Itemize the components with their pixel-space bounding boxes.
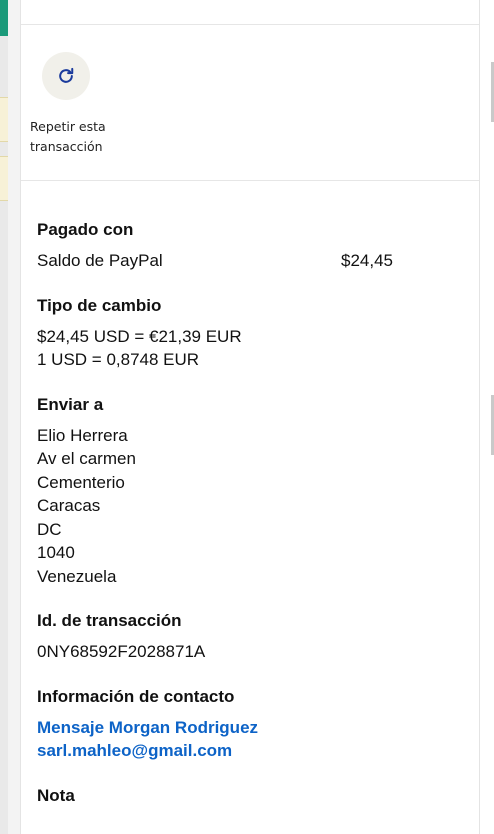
contact-info-section: Información de contacto Mensaje Morgan R… <box>37 686 479 763</box>
note-heading: Nota <box>37 785 75 805</box>
ship-to-city: Caracas <box>37 496 101 515</box>
background-highlight-row <box>0 156 8 201</box>
ship-to-area: Cementerio <box>37 472 125 492</box>
transaction-id-section: Id. de transacción 0NY68592F2028871A <box>37 610 479 664</box>
details-content: Pagado con Saldo de PayPal $24,45 Tipo d… <box>21 181 479 807</box>
ship-to-country: Venezuela <box>37 566 117 586</box>
ship-to-heading: Enviar a <box>37 394 104 414</box>
ship-to-name: Elio Herrera <box>37 425 128 445</box>
background-highlight-row <box>0 97 8 142</box>
contact-email-link[interactable]: sarl.mahleo@gmail.com <box>37 739 479 763</box>
background-green-bar <box>0 0 8 36</box>
exchange-rate-section: Tipo de cambio $24,45 USD = €21,39 EUR 1… <box>37 295 479 372</box>
message-contact-link[interactable]: Mensaje Morgan Rodriguez <box>37 716 479 740</box>
refresh-icon <box>59 67 74 83</box>
ship-to-street: Av el carmen <box>37 449 136 468</box>
ship-to-section: Enviar a Elio Herrera Av el carmen Cemen… <box>37 394 479 589</box>
transaction-id-value: 0NY68592F2028871A <box>37 642 206 661</box>
panel-top-section <box>21 0 479 25</box>
exchange-conversion: $24,45 USD = €21,39 EUR <box>37 326 242 346</box>
actions-section: Repetir esta transacción <box>21 25 479 181</box>
exchange-rate: 1 USD = 0,8748 EUR <box>37 350 200 369</box>
repeat-transaction-button[interactable] <box>42 52 90 100</box>
contact-info-heading: Información de contacto <box>37 686 235 706</box>
transaction-id-heading: Id. de transacción <box>37 611 182 630</box>
paid-with-section: Pagado con Saldo de PayPal $24,45 <box>37 219 479 273</box>
paid-with-heading: Pagado con <box>37 220 134 239</box>
ship-to-postal-code: 1040 <box>37 543 75 562</box>
repeat-transaction-label: Repetir esta transacción <box>30 119 106 154</box>
payment-method: Saldo de PayPal <box>37 251 163 270</box>
payment-method-row: Saldo de PayPal $24,45 <box>37 249 393 273</box>
ship-to-state: DC <box>37 519 62 539</box>
transaction-details-panel: Repetir esta transacción Pagado con Sald… <box>20 0 480 834</box>
payment-amount: $24,45 <box>341 251 393 270</box>
exchange-rate-heading: Tipo de cambio <box>37 295 162 315</box>
note-section: Nota <box>37 785 479 807</box>
